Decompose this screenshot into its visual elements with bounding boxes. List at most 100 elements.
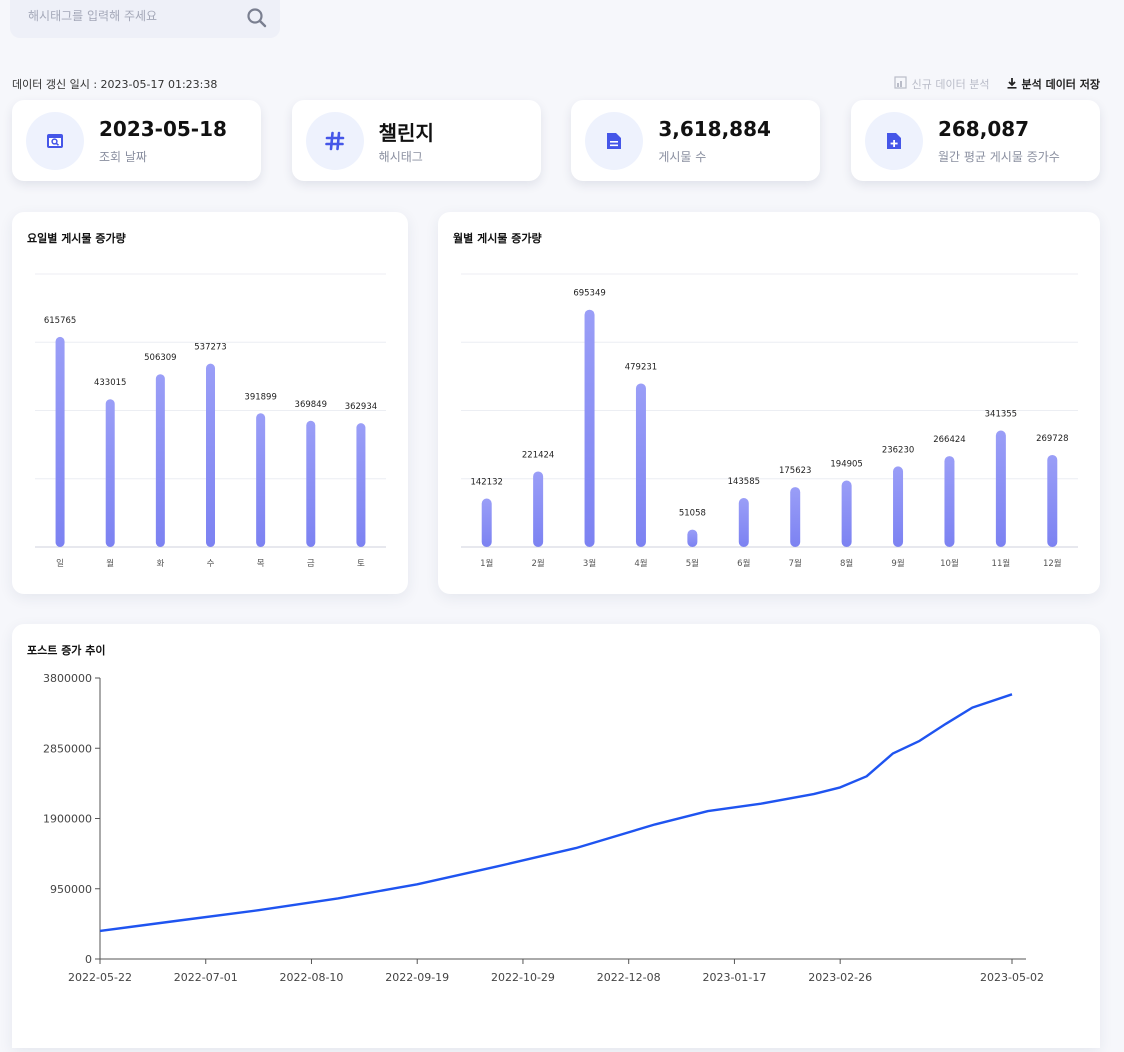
y-tick-label: 0 <box>85 953 92 966</box>
summary-cards: 2023-05-18 조회 날짜 챌린지 해시태그 3,618,884 게시물 … <box>12 100 1100 181</box>
save-analysis-label: 분석 데이터 저장 <box>1021 78 1101 91</box>
bar <box>306 420 316 547</box>
bar <box>105 399 115 547</box>
trend-chart-panel: 포스트 증가 추이 0 950000 1900000 2850000 3800000 20… <box>12 624 1100 1048</box>
data-label: 433015 <box>94 378 126 388</box>
search-input[interactable] <box>26 8 230 24</box>
data-label: 615765 <box>44 316 76 326</box>
data-label: 221424 <box>522 450 554 460</box>
x-tick-label: 2022-07-01 <box>174 971 238 984</box>
x-tick-label: 4월 <box>634 558 647 569</box>
hashtag-icon <box>305 112 364 170</box>
document-icon <box>585 112 644 170</box>
x-tick-label: 목 <box>257 559 265 569</box>
date-card: 2023-05-18 조회 날짜 <box>12 100 261 181</box>
data-label: 537273 <box>194 343 226 353</box>
bar <box>738 498 749 547</box>
x-tick-label: 수 <box>207 559 215 569</box>
data-label: 506309 <box>144 353 176 363</box>
monthly-avg-label: 월간 평균 게시물 증가수 <box>937 150 1060 164</box>
x-tick-label: 2022-10-29 <box>491 971 555 984</box>
x-tick-label: 2022-05-22 <box>68 971 132 984</box>
x-tick-label: 월 <box>106 558 114 569</box>
data-label: 194905 <box>830 459 862 469</box>
data-label: 142132 <box>470 477 502 487</box>
x-tick-label: 2022-09-19 <box>385 971 449 984</box>
document-plus-icon <box>864 112 923 170</box>
bar <box>481 498 492 547</box>
save-analysis-button[interactable]: 분석 데이터 저장 <box>1006 76 1101 92</box>
x-tick-label: 12월 <box>1043 558 1062 569</box>
data-label: 369849 <box>295 400 327 410</box>
bar <box>995 430 1006 547</box>
post-count-label: 게시물 수 <box>658 150 707 164</box>
date-label: 조회 날짜 <box>99 150 147 164</box>
data-label: 51058 <box>679 509 706 519</box>
download-icon <box>1006 77 1018 92</box>
bar <box>841 480 852 547</box>
data-label: 362934 <box>345 402 377 412</box>
x-tick-label: 5월 <box>686 558 699 569</box>
chart-edit-icon <box>894 76 908 92</box>
x-tick-label: 7월 <box>789 558 802 569</box>
x-tick-label: 9월 <box>891 558 904 569</box>
x-tick-label: 8월 <box>840 558 853 569</box>
x-tick-label: 2023-01-17 <box>702 971 766 984</box>
series-line <box>99 693 1013 933</box>
weekday-chart-panel: 요일별 게시물 증가량 615765 일 433015 월 506309 화 537273 수… <box>12 212 408 594</box>
x-tick-label: 2023-02-26 <box>808 971 872 984</box>
bar <box>893 466 904 547</box>
bar <box>206 363 215 547</box>
data-label: 479231 <box>625 362 657 372</box>
data-label: 341355 <box>985 410 1017 420</box>
bar <box>584 309 595 547</box>
hashtag-card: 챌린지 해시태그 <box>291 100 541 181</box>
monthly-bar-chart: 142132 1월 221424 2월 695349 3월 479231 4월 51058 5월 1… <box>461 273 1078 569</box>
data-label: 266424 <box>933 435 965 445</box>
x-tick-label: 토 <box>357 559 365 569</box>
x-tick-label: 3월 <box>583 558 596 569</box>
y-tick-label: 3800000 <box>43 672 92 685</box>
bar <box>687 529 698 547</box>
data-label: 236230 <box>882 445 914 455</box>
x-tick-label: 2022-08-10 <box>280 971 344 984</box>
x-tick-label: 11월 <box>992 558 1011 569</box>
bar <box>55 336 65 547</box>
y-tick-label: 1900000 <box>43 813 92 826</box>
y-tick-label: 950000 <box>50 883 92 896</box>
data-label: 391899 <box>244 392 276 402</box>
action-bar: 신규 데이터 분석 분석 데이터 저장 <box>894 76 1100 92</box>
data-label: 269728 <box>1036 434 1068 444</box>
hashtag-value: 챌린지 <box>378 121 434 145</box>
post-count-card: 3,618,884 게시물 수 <box>571 100 821 181</box>
bar <box>790 487 801 547</box>
bar <box>1047 454 1058 547</box>
new-analysis-button[interactable]: 신규 데이터 분석 <box>894 76 990 92</box>
bar <box>533 471 544 547</box>
x-tick-label: 화 <box>156 559 164 569</box>
bar <box>155 374 165 547</box>
x-tick-label: 금 <box>307 559 315 569</box>
weekday-chart-title: 요일별 게시물 증가량 <box>27 232 126 245</box>
trend-chart-title: 포스트 증가 추이 <box>27 644 106 657</box>
y-tick-label: 2850000 <box>43 742 92 755</box>
data-label: 143585 <box>728 477 760 487</box>
x-tick-label: 2023-05-02 <box>980 971 1044 984</box>
bar <box>944 456 955 547</box>
data-updated-text: 데이터 갱신 일시 : 2023-05-17 01:23:38 <box>12 78 218 91</box>
trend-line-chart: 0 950000 1900000 2850000 3800000 2022-05-22 20… <box>43 672 1044 984</box>
bar <box>256 413 266 547</box>
hashtag-label: 해시태그 <box>378 150 423 164</box>
monthly-chart-panel: 월별 게시물 증가량 142132 1월 221424 2월 695349 3월 47923… <box>438 212 1100 594</box>
weekday-bar-chart: 615765 일 433015 월 506309 화 537273 수 391899 목 36984… <box>35 273 386 569</box>
search-bar <box>10 0 280 38</box>
date-value: 2023-05-18 <box>99 117 227 141</box>
search-icon[interactable] <box>246 7 268 33</box>
post-count-value: 3,618,884 <box>658 117 771 141</box>
bar <box>635 383 646 547</box>
x-tick-label: 2월 <box>532 558 545 569</box>
data-label: 695349 <box>573 289 605 299</box>
calendar-search-icon <box>26 112 84 170</box>
x-tick-label: 2022-12-08 <box>597 971 661 984</box>
x-tick-label: 1월 <box>480 558 493 569</box>
